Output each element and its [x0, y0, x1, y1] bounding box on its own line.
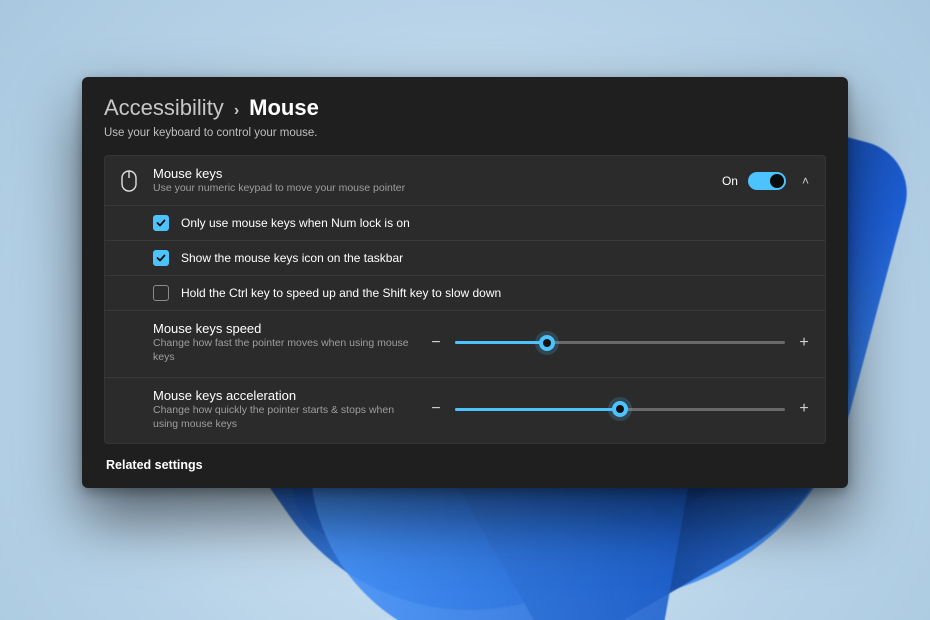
accel-title: Mouse keys acceleration — [153, 388, 413, 403]
mouse-keys-toggle-label: On — [722, 174, 738, 188]
breadcrumb-separator-icon: › — [234, 102, 239, 120]
mouse-keys-toggle[interactable] — [748, 172, 786, 190]
speed-title: Mouse keys speed — [153, 321, 413, 336]
option-numlock-row[interactable]: Only use mouse keys when Num lock is on — [105, 205, 825, 240]
speed-slider-fill — [455, 341, 547, 344]
speed-slider[interactable] — [455, 341, 785, 344]
breadcrumb-parent[interactable]: Accessibility — [104, 95, 224, 121]
option-taskbar-icon-label: Show the mouse keys icon on the taskbar — [181, 251, 403, 265]
speed-row: Mouse keys speed Change how fast the poi… — [105, 310, 825, 376]
option-ctrl-shift-row[interactable]: Hold the Ctrl key to speed up and the Sh… — [105, 275, 825, 310]
mouse-keys-desc: Use your numeric keypad to move your mou… — [153, 181, 708, 195]
breadcrumb: Accessibility › Mouse — [104, 95, 826, 121]
accel-slider[interactable] — [455, 408, 785, 411]
accel-slider-thumb[interactable] — [612, 401, 628, 417]
speed-plus-button[interactable]: + — [797, 335, 811, 351]
checkbox-ctrl-shift[interactable] — [153, 285, 169, 301]
speed-desc: Change how fast the pointer moves when u… — [153, 336, 413, 364]
mouse-keys-header-row[interactable]: Mouse keys Use your numeric keypad to mo… — [105, 156, 825, 205]
accel-slider-fill — [455, 408, 620, 411]
accel-row: Mouse keys acceleration Change how quick… — [105, 377, 825, 443]
accel-plus-button[interactable]: + — [797, 401, 811, 417]
accel-desc: Change how quickly the pointer starts & … — [153, 403, 413, 431]
related-settings-heading: Related settings — [106, 458, 824, 472]
speed-slider-thumb[interactable] — [539, 335, 555, 351]
mouse-keys-card: Mouse keys Use your numeric keypad to mo… — [104, 155, 826, 444]
checkbox-taskbar-icon[interactable] — [153, 250, 169, 266]
option-ctrl-shift-label: Hold the Ctrl key to speed up and the Sh… — [181, 286, 501, 300]
speed-minus-button[interactable]: − — [429, 335, 443, 351]
checkbox-numlock[interactable] — [153, 215, 169, 231]
mouse-icon — [119, 168, 139, 194]
breadcrumb-current: Mouse — [249, 95, 319, 121]
settings-window: Accessibility › Mouse Use your keyboard … — [82, 77, 848, 488]
option-taskbar-icon-row[interactable]: Show the mouse keys icon on the taskbar — [105, 240, 825, 275]
mouse-keys-title: Mouse keys — [153, 166, 708, 181]
chevron-up-icon[interactable]: ˄ — [796, 174, 811, 188]
accel-minus-button[interactable]: − — [429, 401, 443, 417]
page-subtitle: Use your keyboard to control your mouse. — [104, 127, 826, 139]
option-numlock-label: Only use mouse keys when Num lock is on — [181, 216, 410, 230]
